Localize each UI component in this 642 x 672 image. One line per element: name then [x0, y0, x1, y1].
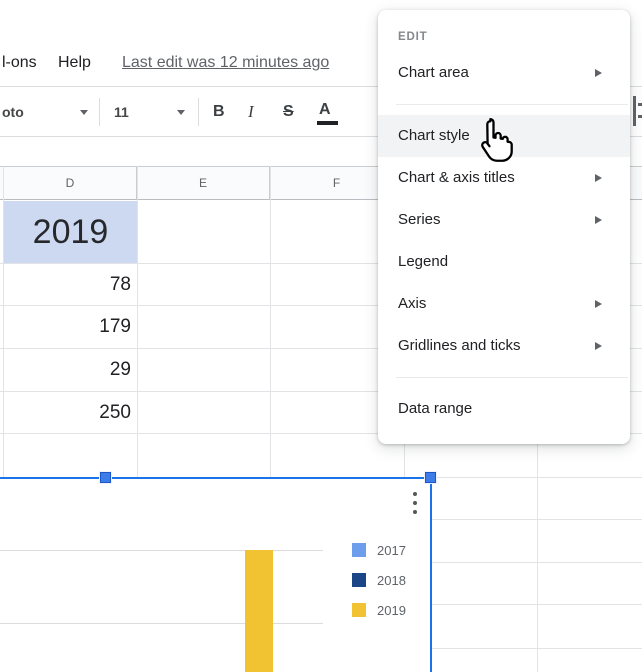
- chevron-down-icon[interactable]: [177, 110, 185, 115]
- chart-edit-menu: EDIT Chart area Chart style Chart & axis…: [378, 10, 630, 444]
- legend-label: 2017: [377, 542, 406, 558]
- dot: [412, 491, 418, 497]
- menu-item-label: Data range: [398, 400, 473, 417]
- legend-label: 2019: [377, 602, 406, 618]
- bold-button[interactable]: B: [213, 88, 225, 136]
- toolbar-icon-fragment: [637, 103, 642, 106]
- submenu-arrow-icon: [595, 341, 602, 350]
- menu-header: EDIT: [398, 31, 428, 43]
- menu-help[interactable]: Help: [58, 54, 91, 72]
- text-color-button[interactable]: A: [319, 88, 331, 136]
- menu-addons[interactable]: l-ons: [2, 54, 37, 72]
- toolbar-icon-fragment[interactable]: [633, 96, 636, 126]
- legend-swatch-2019: [352, 603, 366, 617]
- legend-swatch-2018: [352, 573, 366, 587]
- menu-divider: [396, 377, 628, 378]
- menu-item-axis[interactable]: Axis: [378, 283, 630, 325]
- dot: [412, 509, 418, 515]
- submenu-arrow-icon: [595, 215, 602, 224]
- cell-value[interactable]: 29: [4, 349, 137, 391]
- chart-bar-2019: [245, 550, 273, 672]
- menu-item-series[interactable]: Series: [378, 199, 630, 241]
- menu-item-label: Series: [398, 211, 441, 228]
- cell-value[interactable]: 78: [4, 264, 137, 305]
- legend-item: 2018: [352, 572, 406, 588]
- menu-item-label: Legend: [398, 253, 449, 270]
- cell-value[interactable]: 250: [4, 392, 137, 433]
- highlighted-cell-2019[interactable]: 2019: [4, 201, 137, 263]
- menu-item-data-range[interactable]: Data range: [378, 388, 630, 430]
- legend-item: 2017: [352, 542, 406, 558]
- chart-options-kebab-icon[interactable]: [410, 488, 420, 518]
- selection-handle[interactable]: [424, 471, 437, 484]
- chevron-down-icon[interactable]: [80, 110, 88, 115]
- column-header-e[interactable]: E: [137, 167, 270, 199]
- chart-gridline: [0, 550, 323, 551]
- submenu-arrow-icon: [595, 68, 602, 77]
- menu-item-label: Axis: [398, 295, 427, 312]
- menu-item-label: Chart style: [398, 127, 470, 144]
- menu-item-label: Gridlines and ticks: [398, 337, 521, 354]
- hand-cursor-icon: [481, 118, 513, 162]
- font-name-selector[interactable]: oto: [2, 88, 24, 136]
- font-size-selector[interactable]: 11: [114, 88, 129, 136]
- cell-value[interactable]: 179: [4, 306, 137, 348]
- menu-item-label: Chart area: [398, 64, 469, 81]
- menu-item-legend[interactable]: Legend: [378, 241, 630, 283]
- selection-handle[interactable]: [99, 471, 112, 484]
- italic-button[interactable]: I: [248, 88, 254, 136]
- menu-item-chart-area[interactable]: Chart area: [378, 52, 630, 94]
- column-header-d[interactable]: D: [4, 167, 137, 199]
- last-edit-link[interactable]: Last edit was 12 minutes ago: [122, 54, 329, 72]
- menu-item-gridlines-ticks[interactable]: Gridlines and ticks: [378, 325, 630, 367]
- chart-legend: 2017 2018 2019: [352, 542, 406, 632]
- chart-canvas[interactable]: 2017 2018 2019: [0, 477, 432, 672]
- strikethrough-button[interactable]: S: [283, 88, 294, 136]
- chart-gridline: [0, 623, 323, 624]
- menu-item-label: Chart & axis titles: [398, 169, 515, 186]
- legend-item: 2019: [352, 602, 406, 618]
- submenu-arrow-icon: [595, 173, 602, 182]
- menu-divider: [396, 104, 628, 105]
- toolbar-separator: [99, 98, 100, 126]
- sheets-app: l-ons Help Last edit was 12 minutes ago …: [0, 0, 642, 672]
- dot: [412, 500, 418, 506]
- submenu-arrow-icon: [595, 299, 602, 308]
- text-color-underline: [317, 121, 338, 125]
- legend-swatch-2017: [352, 543, 366, 557]
- legend-label: 2018: [377, 572, 406, 588]
- toolbar-separator: [198, 98, 199, 126]
- toolbar-icon-fragment: [637, 115, 642, 118]
